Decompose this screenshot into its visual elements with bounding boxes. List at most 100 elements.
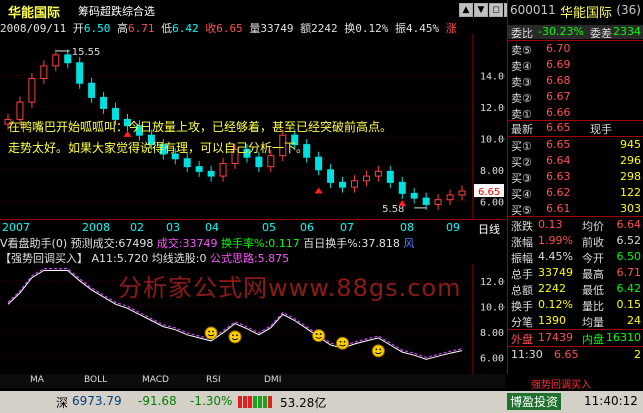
- bid-label: 买④: [511, 188, 532, 201]
- index-percent: -1.30%: [190, 394, 233, 408]
- stat-value: 6.71: [616, 266, 642, 279]
- ask-row: 卖⑤ 6.70: [508, 42, 643, 57]
- scroll-down-icon[interactable]: ▼: [474, 3, 488, 17]
- date-label: 06: [300, 221, 314, 234]
- date-label: 02: [130, 221, 144, 234]
- stat-value: 0.13: [538, 218, 563, 231]
- tick-time: 11:30: [511, 348, 543, 361]
- candle-body: [88, 82, 96, 98]
- bid-volume: 122: [620, 186, 641, 199]
- stat-label: 最高: [582, 268, 604, 281]
- weicha-value: 2334: [613, 25, 641, 38]
- bid-volume: 296: [620, 154, 641, 167]
- stat-label: 今开: [582, 252, 604, 265]
- latest-value: 6.65: [546, 121, 571, 134]
- candle-body: [40, 65, 48, 79]
- price-tick-label: 12.00: [480, 103, 505, 114]
- indicator-tick-label: 6.00: [480, 353, 504, 364]
- stat-row: 涨跌 0.13 均价 6.64: [508, 218, 643, 233]
- date-axis: 2007 2008 02 03 04 05 06 07 08 09 日线: [0, 219, 505, 236]
- stat-value: 0.15: [616, 298, 642, 311]
- scroll-up-icon[interactable]: ▲: [459, 3, 473, 17]
- stat-value: 4.45%: [538, 250, 573, 263]
- smiley-eye: [379, 348, 382, 351]
- tab-boll[interactable]: BOLL: [84, 375, 107, 385]
- price-tick-label: 10.00: [480, 134, 505, 145]
- smiley-eye: [232, 334, 234, 337]
- ask-price: 6.67: [546, 90, 571, 103]
- stat-label: 总额: [511, 284, 533, 297]
- status-bar-segment: [253, 396, 257, 408]
- price-tick-label: 8.00: [480, 166, 504, 177]
- stat-label: 涨跌: [511, 220, 533, 233]
- stat-row: 总额 2242 最低 6.42: [508, 282, 643, 297]
- tab-dmi[interactable]: DMI: [264, 375, 281, 385]
- period-label[interactable]: 日线: [478, 221, 500, 237]
- smiley-eye: [343, 340, 346, 343]
- status-bar-segment: [243, 396, 247, 408]
- stat-value: 24: [627, 314, 641, 327]
- stock-name: 华能国际: [8, 6, 61, 21]
- bid-price: 6.65: [546, 138, 571, 151]
- smiley-eye: [208, 330, 211, 333]
- weibi-row: 委比 -30.23% 委差 2334: [508, 25, 643, 40]
- stat-row: 换手 0.12% 量比 0.15: [508, 298, 643, 313]
- date-label: 03: [166, 221, 180, 234]
- candle-body: [267, 155, 275, 168]
- bid-row: 买⑤ 6.61 303: [508, 202, 643, 217]
- pred-label: 预测成交:: [70, 237, 119, 250]
- candle-body: [422, 197, 430, 205]
- deal-label: 成交:: [156, 237, 183, 250]
- stat-label: 均价: [582, 220, 604, 233]
- ask-label: 卖④: [511, 60, 532, 73]
- volume-tail: 风: [403, 237, 415, 250]
- buy-arrow-icon: [314, 187, 323, 194]
- candle-body: [327, 169, 335, 183]
- clock: 11:40:12: [584, 394, 638, 408]
- stat-label: 换手: [511, 300, 533, 313]
- tick-price: 6.65: [554, 348, 579, 361]
- stat-value: 1.99%: [538, 234, 573, 247]
- date-label: 08: [400, 221, 414, 234]
- index-amount: 53.28亿: [280, 396, 327, 410]
- outer-inner-row: 外盘 17439 内盘 16310: [508, 331, 643, 346]
- bid-price: 6.63: [546, 170, 571, 183]
- quote-panel: 600011 华能国际 (36) 委比 -30.23% 委差 2334 卖⑤ 6.…: [507, 0, 643, 374]
- stat-label: 前收: [582, 236, 604, 249]
- bid-row: 买② 6.64 296: [508, 154, 643, 169]
- ask-price: 6.69: [546, 58, 571, 71]
- turnrate-label: 换手率%:: [221, 237, 269, 250]
- tab-ma[interactable]: MA: [30, 375, 44, 385]
- smiley-eye: [375, 348, 378, 351]
- tab-rsi[interactable]: RSI: [206, 375, 221, 385]
- stat-value: 6.50: [616, 250, 642, 263]
- latest-row: 最新 6.65 现手: [508, 121, 643, 136]
- smiley-eye: [236, 334, 238, 337]
- hundred-label: 百日换手%:: [303, 237, 362, 250]
- indicator-tick-label: 8.00: [480, 328, 504, 339]
- maximize-icon[interactable]: ◻: [489, 3, 503, 17]
- volume-indicator-name[interactable]: V看盘助手(0): [0, 237, 67, 250]
- index-value: 6973.79: [72, 394, 122, 408]
- candle-body: [339, 181, 347, 188]
- quote-stock-name: 华能国际: [560, 6, 613, 21]
- stat-value: 6.42: [616, 282, 642, 295]
- bid-label: 买③: [511, 172, 532, 185]
- analysis-message-1: 在鸭嘴巴开始呱呱叫：今日放量上攻，已经够着，甚至已经突破前高点。: [8, 120, 393, 134]
- chart-titlebar: 华能国际 筹码超跌综合选 ▲▼◻✕: [0, 0, 518, 21]
- bid-volume: 945: [620, 138, 641, 151]
- tick-row: 11:30 6.65 2: [508, 348, 643, 362]
- stock-code: 600011: [510, 3, 556, 17]
- smiley-icon: [336, 336, 350, 350]
- candle-body: [64, 54, 72, 64]
- indicator-tick-label: 10.00: [480, 302, 505, 313]
- bid-price: 6.61: [546, 202, 571, 215]
- ask-label: 卖②: [511, 92, 532, 105]
- bid-label: 买②: [511, 156, 532, 169]
- inner-label: 内盘: [582, 333, 604, 346]
- stat-label: 量比: [582, 300, 604, 313]
- watermark: 分析家公式网www.88gs.com: [118, 274, 462, 302]
- right-ticker[interactable]: 博盈投资: [507, 393, 562, 410]
- smiley-eye: [319, 333, 322, 335]
- tab-macd[interactable]: MACD: [142, 375, 169, 385]
